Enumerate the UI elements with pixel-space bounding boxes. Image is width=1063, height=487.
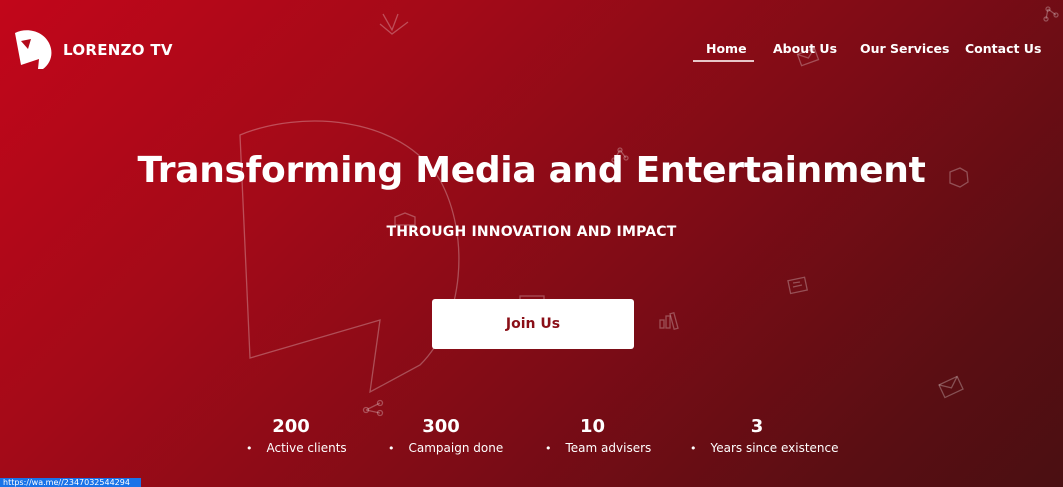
hero-section: LORENZO TV Home About Us Our Services Co…	[0, 0, 1063, 487]
browser-status-url: https://wa.me//2347032544294	[0, 478, 141, 487]
logo-icon	[15, 30, 52, 69]
bar-chart-icon	[659, 311, 679, 331]
stat-label: Years since existence	[690, 441, 839, 455]
stat-label: Active clients	[246, 441, 347, 455]
stat-team-advisers: 10 Team advisers	[545, 416, 652, 455]
nav-services[interactable]: Our Services	[860, 41, 949, 56]
background-decoration	[239, 6, 1059, 417]
hero-headline: Transforming Media and Entertainment	[137, 150, 926, 191]
nav-contact[interactable]: Contact Us	[965, 41, 1041, 56]
stat-active-clients: 200 Active clients	[246, 416, 347, 455]
stat-label: Team advisers	[545, 441, 652, 455]
stat-number: 10	[579, 416, 606, 437]
stat-number: 200	[272, 416, 310, 437]
join-us-button[interactable]: Join Us	[432, 299, 634, 349]
nav-home[interactable]: Home	[706, 41, 747, 56]
newspaper-icon	[787, 276, 809, 295]
stat-label: Campaign done	[388, 441, 504, 455]
hero-subline: THROUGH INNOVATION AND IMPACT	[386, 224, 677, 240]
stat-campaign-done: 300 Campaign done	[388, 416, 504, 455]
brand-name: LORENZO TV	[63, 41, 173, 59]
stats-row: 200 Active clients 300 Campaign done 10 …	[0, 416, 1063, 466]
active-nav-indicator	[693, 60, 754, 62]
brand-logo[interactable]: LORENZO TV	[13, 29, 173, 71]
stat-number: 300	[422, 416, 460, 437]
stat-years-existence: 3 Years since existence	[690, 416, 839, 455]
share-icon-3	[1043, 6, 1059, 22]
envelope-icon	[938, 375, 964, 399]
nav-about[interactable]: About Us	[773, 41, 837, 56]
share-icon	[362, 399, 384, 417]
stat-number: 3	[750, 416, 764, 437]
checkmark-icon	[379, 13, 409, 35]
